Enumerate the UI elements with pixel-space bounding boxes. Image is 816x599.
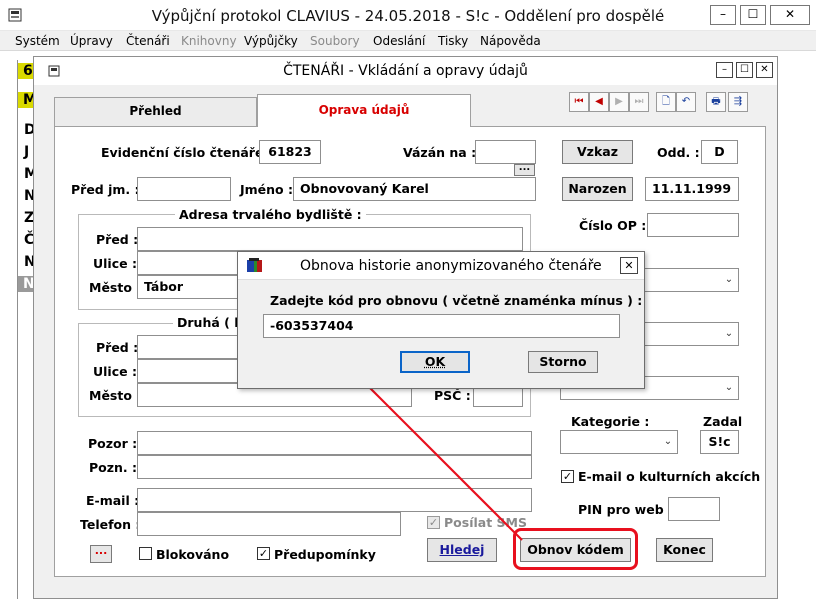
restore-dialog: Obnova historie anonymizovaného čtenáře …	[237, 251, 645, 389]
ok-label: OK	[424, 354, 446, 369]
dialog-storno-button[interactable]: Storno	[528, 351, 598, 373]
dialog-ok-button[interactable]: OK	[400, 351, 470, 373]
tab-label: Oprava údajů	[318, 103, 410, 117]
dialog-app-icon	[246, 258, 264, 274]
tab-oprava-udaju[interactable]: Oprava údajů	[257, 94, 471, 127]
restore-code-input[interactable]: -603537404	[263, 314, 620, 338]
close-icon[interactable]: ✕	[620, 257, 638, 274]
dialog-prompt: Zadejte kód pro obnovu ( včetně znaménka…	[270, 293, 643, 308]
dialog-title-bar: Obnova historie anonymizovaného čtenáře …	[238, 252, 644, 280]
dialog-title: Obnova historie anonymizovaného čtenáře	[300, 258, 602, 274]
